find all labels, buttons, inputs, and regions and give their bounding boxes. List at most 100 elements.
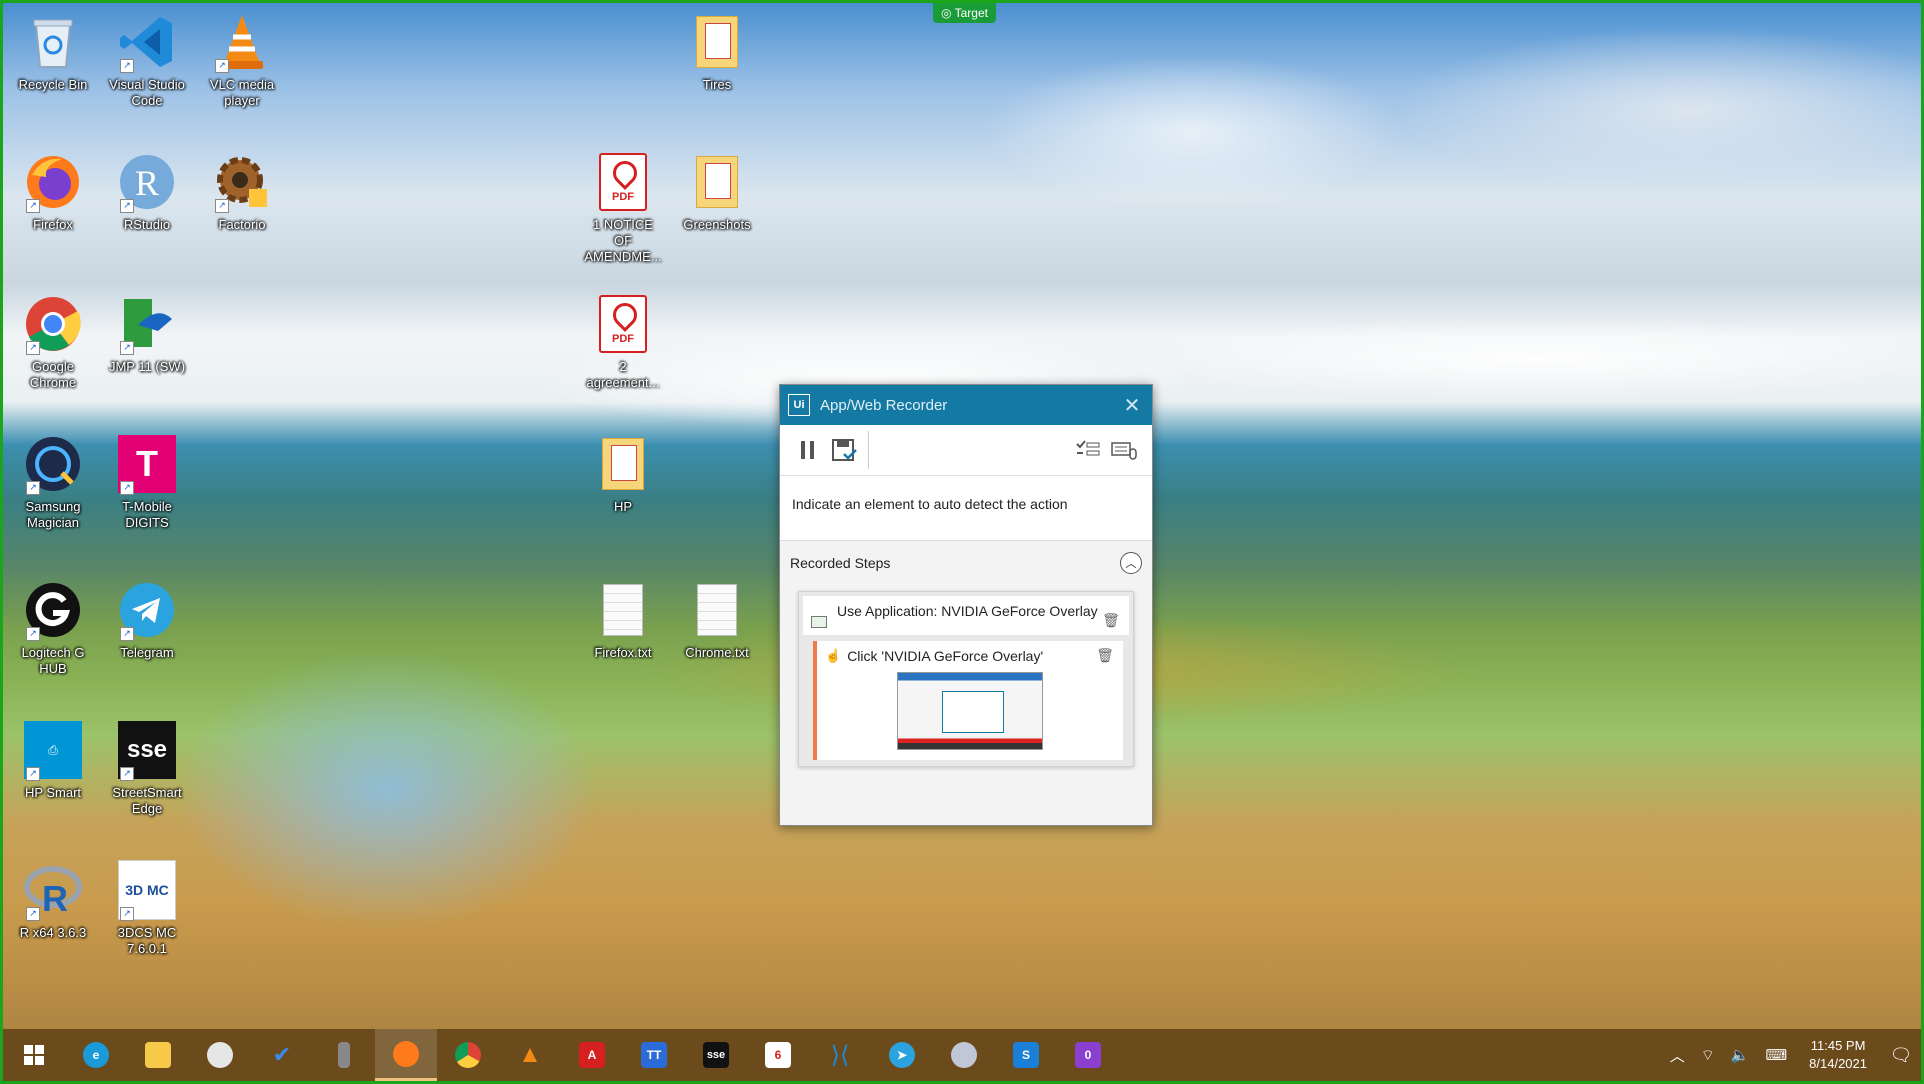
clock-date: 8/14/2021: [1809, 1056, 1867, 1071]
step-screenshot-thumbnail[interactable]: [897, 672, 1043, 750]
file-explorer-icon: [145, 1042, 171, 1068]
logitech-icon: ↗: [24, 581, 82, 641]
taskbar-edge[interactable]: e: [65, 1029, 127, 1081]
step-click[interactable]: ☝ Click 'NVIDIA GeForce Overlay' 🗑: [813, 641, 1123, 760]
desktop-icon-vscode[interactable]: ↗ Visual Studio Code: [107, 13, 187, 109]
paint-icon: [207, 1042, 233, 1068]
desktop-icon-chrome-txt[interactable]: Chrome.txt: [677, 581, 757, 661]
taskbar-firefox[interactable]: [375, 1029, 437, 1081]
vscode-icon: ⟩⟨: [830, 1041, 850, 1069]
firefox-icon: [393, 1040, 419, 1067]
desktop-icon-recycle-bin[interactable]: Recycle Bin: [13, 13, 93, 93]
taskbar-share[interactable]: S: [995, 1029, 1057, 1081]
todo-icon: ✔: [272, 1042, 292, 1067]
desktop-icon-hp-smart[interactable]: ⎙ ↗ HP Smart: [13, 721, 93, 801]
desktop-icon-telegram[interactable]: ↗ Telegram: [107, 581, 187, 661]
desktop-icon-factorio[interactable]: ↗ Factorio: [202, 153, 282, 233]
tray-overflow-icon[interactable]: ︿: [1662, 1045, 1693, 1066]
taskbar-todo[interactable]: ✔: [251, 1029, 313, 1081]
taskbar-vscode[interactable]: ⟩⟨: [809, 1029, 871, 1081]
desktop-icon-tires-folder[interactable]: Tires: [677, 13, 757, 93]
recorded-steps-header: Recorded Steps ︿: [780, 541, 1152, 585]
taskbar-uipath[interactable]: 0: [1057, 1029, 1119, 1081]
folder-pdf-icon: [688, 13, 746, 71]
touch-keyboard-icon[interactable]: ⌨: [1758, 1046, 1796, 1064]
tmobile-icon: T ↗: [118, 435, 176, 495]
keyboard-icon: [1111, 442, 1137, 460]
click-hand-icon: ☝: [825, 647, 842, 663]
desktop-icon-r-x64[interactable]: R ↗ R x64 3.6.3: [13, 861, 93, 941]
pause-icon: [801, 441, 814, 459]
desktop-icon-agreement-pdf[interactable]: PDF 2 agreement...: [583, 295, 663, 391]
uipath-logo-icon: Ui: [788, 394, 810, 416]
chevron-up-icon: ︿: [1125, 558, 1137, 570]
close-button[interactable]: ✕: [1120, 393, 1144, 418]
target-badge: ◎ Target: [933, 3, 996, 23]
taskbar-teams[interactable]: TT: [623, 1029, 685, 1081]
checklist-icon: [1076, 440, 1100, 456]
desktop-icon-tmobile-digits[interactable]: T ↗ T-Mobile DIGITS: [107, 435, 187, 531]
pause-button[interactable]: [790, 432, 826, 468]
app-web-recorder-window: Ui App/Web Recorder ✕ Indicate an elemen…: [779, 384, 1153, 826]
folder-pdf-icon: [594, 435, 652, 493]
vlc-icon: ↗: [213, 13, 271, 73]
telegram-icon: ↗: [118, 581, 176, 641]
recorder-titlebar[interactable]: Ui App/Web Recorder ✕: [780, 385, 1152, 425]
text-file-icon: [688, 581, 746, 639]
desktop-icon-jmp[interactable]: ↗ JMP 11 (SW): [107, 295, 187, 375]
desktop-icon-firefox[interactable]: ↗ Firefox: [13, 153, 93, 233]
folder-icon: [688, 153, 746, 211]
toolbar-divider: [868, 431, 869, 469]
delete-step-button[interactable]: 🗑: [1095, 647, 1115, 664]
desktop-icon-rstudio[interactable]: R ↗ RStudio: [107, 153, 187, 233]
factorio-icon: ↗: [213, 153, 271, 213]
taskbar-vlc[interactable]: ▲: [499, 1029, 561, 1081]
sse-icon: sse: [703, 1042, 729, 1068]
volume-icon[interactable]: 🔈: [1723, 1046, 1758, 1064]
keyboard-mouse-button[interactable]: [1106, 432, 1142, 468]
taskbar-sse[interactable]: sse: [685, 1029, 747, 1081]
taskbar-acrobat[interactable]: A: [561, 1029, 623, 1081]
teams-icon: TT: [641, 1042, 667, 1068]
save-icon: [832, 439, 857, 461]
start-button[interactable]: [3, 1029, 65, 1081]
hp-smart-icon: ⎙ ↗: [24, 721, 82, 781]
desktop-icon-greenshots-folder[interactable]: Greenshots: [677, 153, 757, 233]
windows-start-icon: [24, 1045, 44, 1065]
save-button[interactable]: [826, 432, 862, 468]
usb-icon: [338, 1042, 350, 1068]
vlc-icon: ▲: [518, 1041, 542, 1068]
text-file-icon: [594, 581, 652, 639]
vscode-icon: ↗: [118, 13, 176, 73]
system-clock[interactable]: 11:45 PM 8/14/2021: [1795, 1037, 1881, 1073]
desktop-icon-vlc[interactable]: ↗ VLC media player: [202, 13, 282, 109]
streetsmart-icon: sse ↗: [118, 721, 176, 781]
step-use-application[interactable]: Use Application: NVIDIA GeForce Overlay …: [803, 596, 1129, 635]
taskbar: e ✔ ▲ A TT sse 6 ⟩⟨ ➤ S 0 ︿ ⌔ 🔈 ⌨ 11:45 …: [3, 1029, 1921, 1081]
taskbar-telegram[interactable]: ➤: [871, 1029, 933, 1081]
desktop-icon-google-chrome[interactable]: ↗ Google Chrome: [13, 295, 93, 391]
desktop-icon-logitech-g-hub[interactable]: ↗ Logitech G HUB: [13, 581, 93, 677]
desktop-icon-3dcs[interactable]: 3D MC ↗ 3DCS MC 7.6.0.1: [107, 860, 187, 957]
acrobat-icon: A: [579, 1042, 605, 1068]
taskbar-paint[interactable]: [189, 1029, 251, 1081]
taskbar-steam[interactable]: [933, 1029, 995, 1081]
desktop-icon-notice-pdf[interactable]: PDF 1 NOTICE OF AMENDME...: [583, 153, 663, 265]
notification-center-icon[interactable]: 🗨: [1881, 1045, 1921, 1066]
desktop-icon-firefox-txt[interactable]: Firefox.txt: [583, 581, 663, 661]
network-icon[interactable]: ⌔: [1693, 1046, 1723, 1065]
collapse-button[interactable]: ︿: [1120, 552, 1142, 574]
taskbar-file-explorer[interactable]: [127, 1029, 189, 1081]
svg-text:R: R: [135, 163, 159, 203]
taskbar-chrome[interactable]: [437, 1029, 499, 1081]
delete-step-button[interactable]: 🗑: [1101, 612, 1121, 629]
r-icon: R ↗: [24, 861, 82, 921]
rstudio-icon: R ↗: [118, 153, 176, 213]
telegram-icon: ➤: [889, 1042, 915, 1068]
desktop-icon-hp-folder[interactable]: HP: [583, 435, 663, 515]
desktop-icon-samsung-magician[interactable]: ↗ Samsung Magician: [13, 435, 93, 531]
taskbar-xodo[interactable]: 6: [747, 1029, 809, 1081]
taskbar-usb[interactable]: [313, 1029, 375, 1081]
step-list-button[interactable]: [1070, 432, 1106, 468]
desktop-icon-streetsmart-edge[interactable]: sse ↗ StreetSmart Edge: [107, 721, 187, 817]
